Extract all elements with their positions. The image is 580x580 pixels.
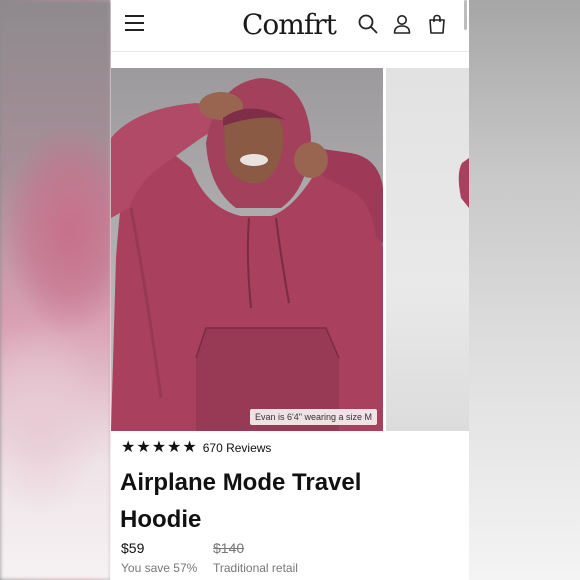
star-icon: ★ [151,439,167,456]
background-blur-left [0,0,111,580]
next-slide-preview [458,158,469,208]
product-title: Airplane Mode Travel Hoodie [120,469,362,533]
rating-summary[interactable]: ★ ★ ★ ★ ★ 670 Reviews [121,440,271,456]
retail-label: Traditional retail [213,561,298,575]
fit-caption: Evan is 6'4" wearing a size M [250,409,377,425]
star-icon: ★ [136,439,151,456]
account-icon[interactable] [391,13,413,35]
savings-label: You save 57% [121,561,198,575]
search-icon[interactable] [357,13,379,35]
background-blur-right [469,0,580,580]
sale-price: $59 [121,540,145,556]
star-icon: ★ [167,439,182,456]
menu-icon[interactable] [125,15,144,33]
star-icon: ★ [182,439,197,456]
reviews-link[interactable]: 670 Reviews [203,441,272,455]
product-image[interactable]: Evan is 6'4" wearing a size M [111,68,383,431]
scrollbar[interactable] [464,0,467,30]
original-price: $140 [213,540,245,556]
star-rating: ★ ★ ★ ★ ★ [121,440,197,456]
bag-icon[interactable] [426,13,448,35]
next-product-image[interactable] [386,68,469,431]
phone-screen: Comfrt Evan is 6'4" wearing a size M ★ ★… [111,0,469,580]
product-gallery[interactable]: Evan is 6'4" wearing a size M [111,68,469,431]
star-icon: ★ [121,439,136,456]
site-header: Comfrt [111,0,469,52]
hoodie-model-illustration [111,78,383,431]
brand-logo[interactable]: Comfrt [242,8,337,41]
